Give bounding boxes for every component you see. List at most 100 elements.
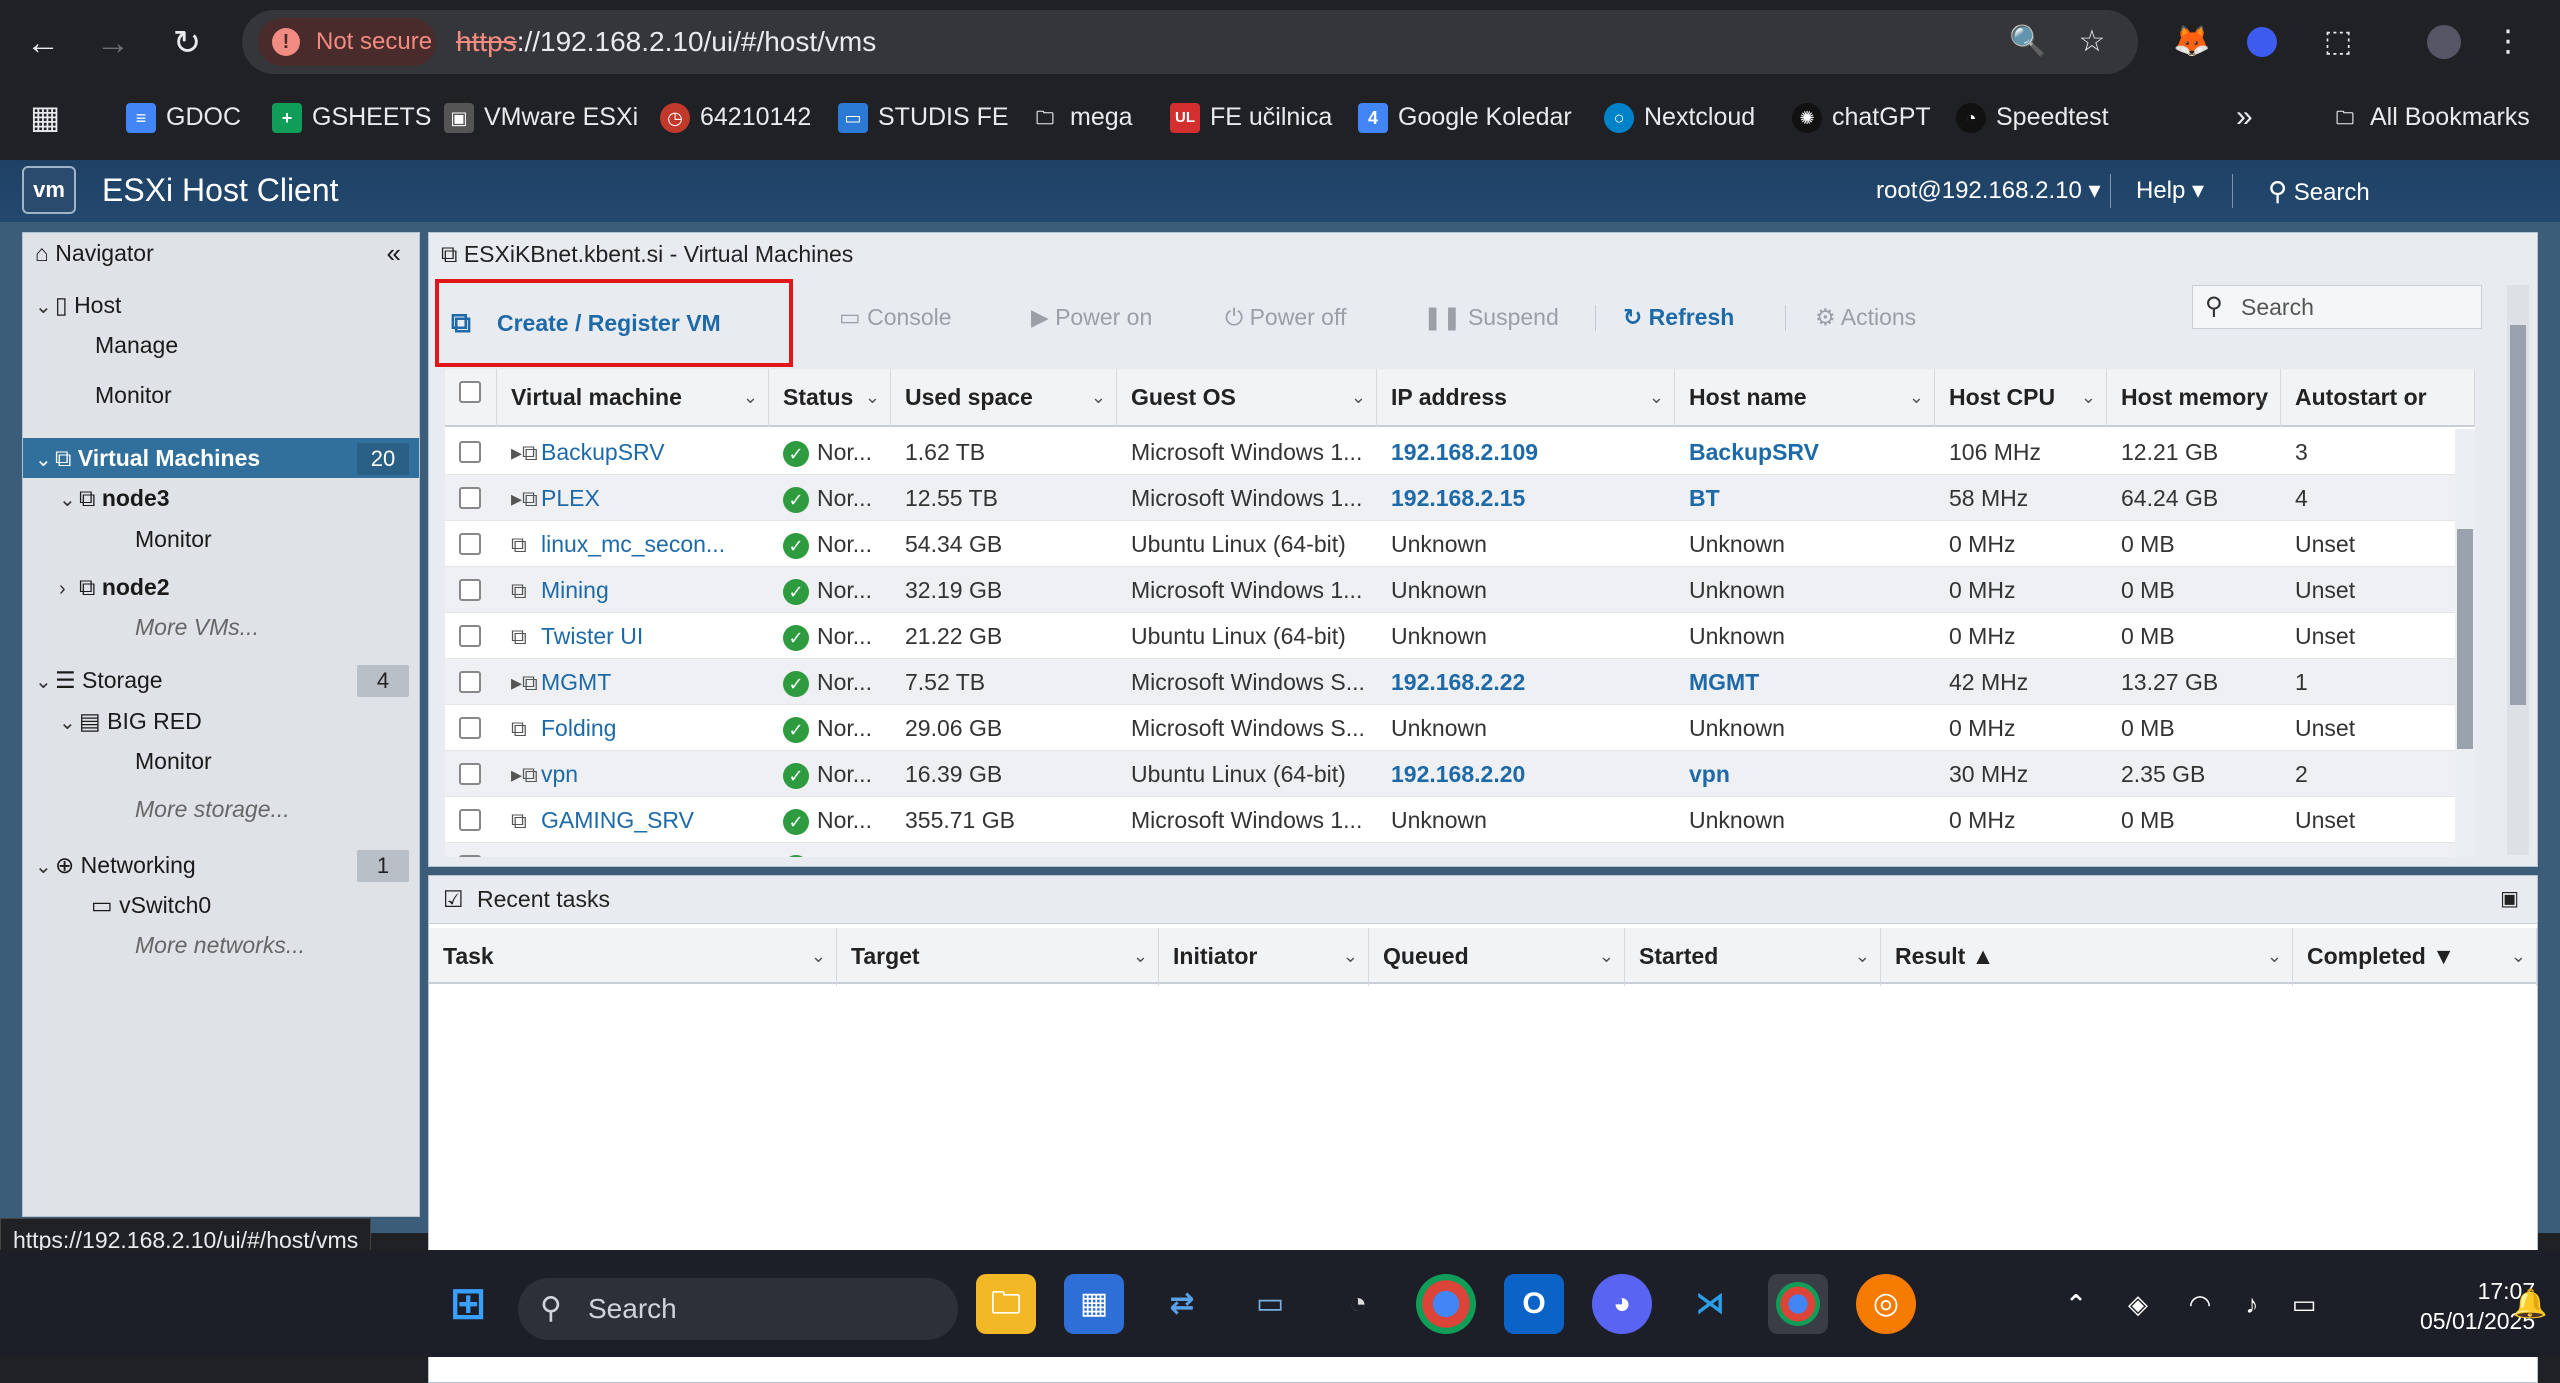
cell-host[interactable]: BackupSRV <box>1675 429 1935 475</box>
reload-icon[interactable]: ↻ <box>164 20 210 66</box>
cell-name[interactable]: ⧉ Folding <box>497 705 769 751</box>
table-row[interactable]: ▸⧉ PLEX ✓ Nor... 12.55 TB Microsoft Windows 1… <box>445 475 2455 521</box>
nav-node3-monitor[interactable]: Monitor <box>23 519 419 559</box>
nav-node2[interactable]: › ⧉ node2 <box>23 567 419 607</box>
nav-host-monitor[interactable]: Monitor <box>23 375 419 415</box>
user-menu[interactable]: root@192.168.2.10 ▾ <box>1876 176 2101 205</box>
cell-ip[interactable]: 192.168.2.22 <box>1377 659 1675 705</box>
col-initiator[interactable]: Initiator ⌄ <box>1159 928 1369 986</box>
bookmark-mega[interactable]: 🗀 mega <box>1030 90 1133 144</box>
nav-vswitch0[interactable]: ▭ vSwitch0 <box>23 885 419 925</box>
panel-scrollbar[interactable] <box>2507 285 2529 855</box>
bookmark-google-koledar[interactable]: 4 Google Koledar <box>1358 90 1572 144</box>
bookmark-vmware[interactable]: ▣ VMware ESXi <box>444 90 638 144</box>
bookmark-fe-ucilnica[interactable]: UL FE učilnica <box>1170 90 1332 144</box>
col-status[interactable]: Status ⌄ <box>769 369 891 427</box>
cell-ip[interactable]: 192.168.2.109 <box>1377 429 1675 475</box>
nav-more-vms[interactable]: More VMs... <box>23 607 419 647</box>
vscode-icon[interactable]: ⋊ <box>1680 1274 1740 1334</box>
cell-name[interactable]: ⧉ Twister UI <box>497 613 769 659</box>
store-icon[interactable]: ▦ <box>1064 1274 1124 1334</box>
notification-bell-icon[interactable]: 🔔 <box>2500 1274 2560 1334</box>
col-completed[interactable]: Completed ▼ ⌄ <box>2293 928 2537 986</box>
bookmark-studis[interactable]: ▭ STUDIS FE <box>838 90 1009 144</box>
table-row[interactable]: ⧉ Folding ✓ Nor... 29.06 GB Microsoft Windows… <box>445 705 2455 751</box>
select-all-checkbox[interactable] <box>459 381 481 403</box>
outlook-icon[interactable]: O <box>1504 1274 1564 1334</box>
row-checkbox[interactable] <box>459 533 481 555</box>
maximize-icon[interactable]: ▣ <box>2500 876 2519 922</box>
col-autostart-order[interactable]: Autostart or <box>2281 369 2475 427</box>
taskbar-search[interactable]: ⚲ Search <box>518 1278 958 1340</box>
row-checkbox[interactable] <box>459 717 481 739</box>
table-row[interactable]: ▸⧉ BackupSRV ✓ Nor... 1.62 TB Microsoft Windo… <box>445 429 2455 475</box>
cell-host[interactable]: BT <box>1675 475 1935 521</box>
url-text[interactable]: https://192.168.2.10/ui/#/host/vms <box>456 22 876 62</box>
col-started[interactable]: Started ⌄ <box>1625 928 1881 986</box>
forward-icon[interactable]: → <box>90 20 136 66</box>
chrome-active-icon[interactable] <box>1768 1274 1828 1334</box>
collapse-icon[interactable]: « <box>387 233 401 273</box>
nav-networking[interactable]: ⌄ ⊕ Networking 1 <box>23 845 419 885</box>
table-row[interactable]: ⧉ Twister UI ✓ Nor... 21.22 GB Ubuntu Linux (… <box>445 613 2455 659</box>
console-button[interactable]: ▭ Console <box>839 285 952 349</box>
chrome-icon[interactable] <box>1416 1274 1476 1334</box>
nav-big-red-monitor[interactable]: Monitor <box>23 741 419 781</box>
header-search[interactable]: ⚲ Search <box>2268 176 2370 207</box>
cell-name[interactable]: ⧉ linux_mc_secon... <box>497 521 769 567</box>
actions-button[interactable]: ⚙ Actions <box>1815 285 1916 349</box>
metamask-extension-icon[interactable]: 🦊 <box>2172 22 2212 62</box>
nav-more-networks[interactable]: More networks... <box>23 925 419 965</box>
cell-name[interactable]: ▸⧉ BackupSRV <box>497 429 769 475</box>
battery-icon[interactable]: ▭ <box>2274 1274 2334 1334</box>
security-indicator[interactable]: ! Not secure <box>258 18 436 66</box>
extensions-puzzle-icon[interactable]: ⬚ <box>2318 22 2358 62</box>
nav-big-red[interactable]: ⌄ ▤ BIG RED <box>23 701 419 741</box>
col-used-space[interactable]: Used space ⌄ <box>891 369 1117 427</box>
volume-icon[interactable]: ♪ <box>2222 1274 2282 1334</box>
vm-search-input[interactable]: ⚲ Search <box>2192 285 2482 329</box>
col-result[interactable]: Result ▲ ⌄ <box>1881 928 2293 986</box>
col-guest-os[interactable]: Guest OS ⌄ <box>1117 369 1377 427</box>
menu-icon[interactable]: ⋮ <box>2488 22 2528 62</box>
col-queued[interactable]: Queued ⌄ <box>1369 928 1625 986</box>
nav-more-storage[interactable]: More storage... <box>23 789 419 829</box>
zoom-icon[interactable]: 🔍 <box>2008 22 2048 62</box>
cell-name[interactable]: ▸⧉ PLEX <box>497 475 769 521</box>
nav-host-manage[interactable]: Manage <box>23 325 419 365</box>
bookmark-gdoc[interactable]: ≡ GDOC <box>126 90 241 144</box>
cell-host[interactable]: MGMT <box>1675 659 1935 705</box>
row-checkbox[interactable] <box>459 763 481 785</box>
scrollbar-thumb[interactable] <box>2510 325 2526 705</box>
vpn-app-icon[interactable]: ◎ <box>1856 1274 1916 1334</box>
dropbox-icon[interactable]: ◈ <box>2108 1274 2168 1334</box>
row-checkbox[interactable] <box>459 671 481 693</box>
windows-start-icon[interactable]: ⊞ <box>438 1274 498 1334</box>
table-row[interactable]: ⧉ linux_mc_secon... ✓ Nor... 54.34 GB Ubuntu … <box>445 521 2455 567</box>
nav-virtual-machines[interactable]: ⌄ ⧉ Virtual Machines 20 <box>23 438 419 478</box>
col-host-cpu[interactable]: Host CPU ⌄ <box>1935 369 2107 427</box>
cell-name[interactable]: ▸⧉nextcloud_SRV <box>497 843 769 857</box>
file-explorer-icon[interactable]: 🗀 <box>976 1274 1036 1334</box>
bookmark-star-icon[interactable]: ☆ <box>2072 22 2112 62</box>
back-icon[interactable]: ← <box>20 20 66 66</box>
discord-icon[interactable]: ◕ <box>1592 1274 1652 1334</box>
table-row[interactable]: ▸⧉ vpn ✓ Nor... 16.39 GB Ubuntu Linux (64-bit… <box>445 751 2455 797</box>
nav-storage[interactable]: ⌄ ☰ Storage 4 <box>23 660 419 700</box>
vm-table-scrollbar[interactable] <box>2455 429 2475 857</box>
more-bookmarks-icon[interactable]: » <box>2236 90 2253 144</box>
cell-name[interactable]: ⧉ GAMING_SRV <box>497 797 769 843</box>
table-row[interactable]: ▸⧉nextcloud_SRV✓Nor...221.91 GBUbuntu Li… <box>445 843 2455 857</box>
table-row[interactable]: ▸⧉ MGMT ✓ Nor... 7.52 TB Microsoft Windows S.… <box>445 659 2455 705</box>
col-virtual-machine[interactable]: Virtual machine ⌄ <box>497 369 769 427</box>
apps-grid-icon[interactable]: ▦ <box>30 90 60 144</box>
bookmark-chatgpt[interactable]: ✺ chatGPT <box>1792 90 1931 144</box>
bookmark-64210142[interactable]: ◷ 64210142 <box>660 90 811 144</box>
extension-icon[interactable] <box>2242 22 2282 62</box>
row-checkbox[interactable] <box>459 855 481 857</box>
cell-ip[interactable]: 192.168.2.33 <box>1377 843 1675 857</box>
col-target[interactable]: Target ⌄ <box>837 928 1159 986</box>
table-row[interactable]: ⧉ Mining ✓ Nor... 32.19 GB Microsoft Windows … <box>445 567 2455 613</box>
tray-chevron-icon[interactable]: ⌃ <box>2046 1274 2106 1334</box>
profile-avatar[interactable] <box>2424 22 2464 62</box>
